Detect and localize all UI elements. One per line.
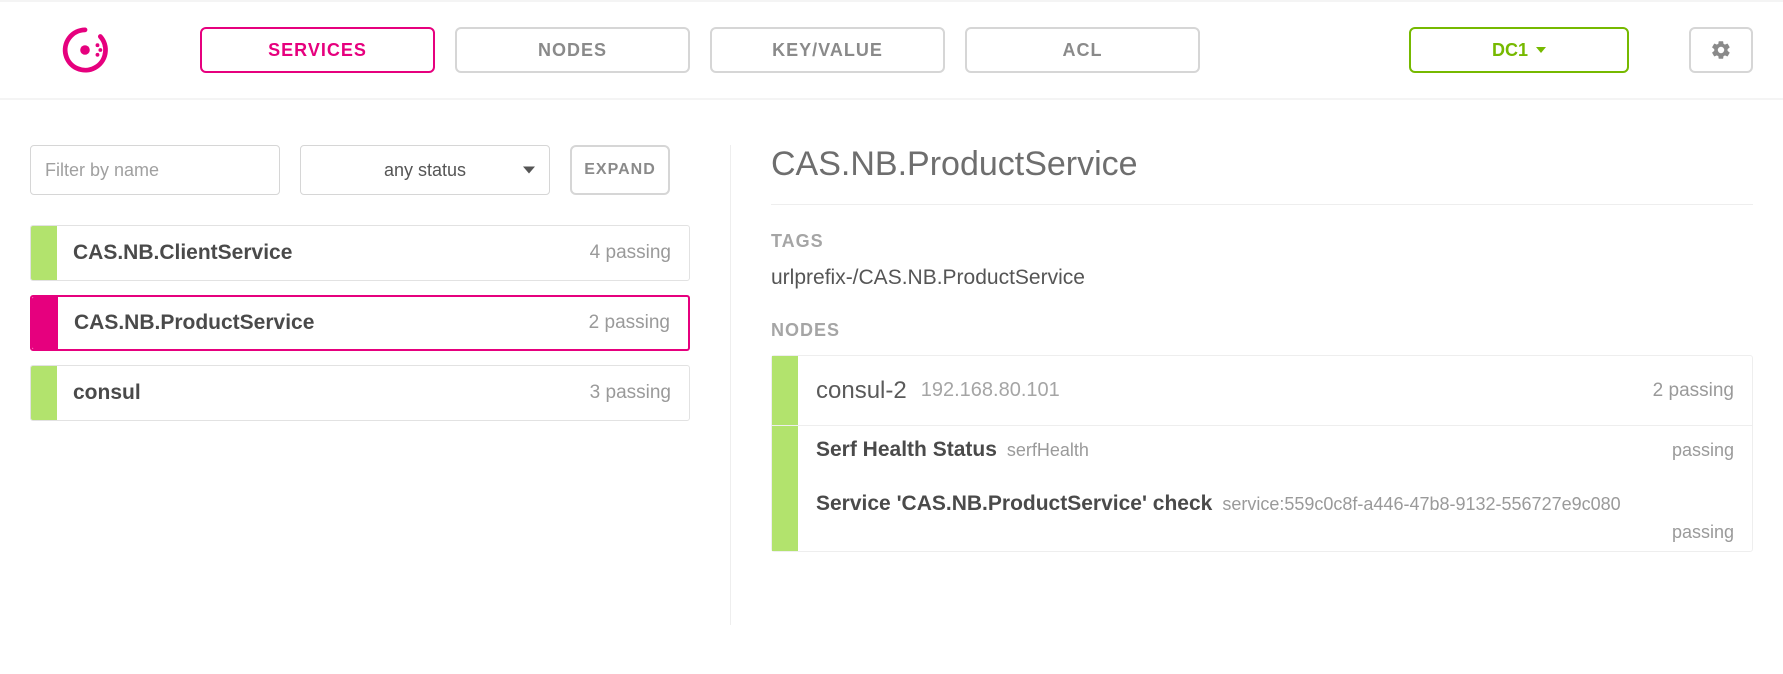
nav-keyvalue[interactable]: KEY/VALUE xyxy=(710,27,945,73)
tags-heading: TAGS xyxy=(771,231,1753,252)
divider xyxy=(771,204,1753,205)
node-block: consul-2 192.168.80.101 2 passing Serf H… xyxy=(771,355,1753,552)
check-status: passing xyxy=(1672,440,1734,461)
check-status: passing xyxy=(816,522,1734,543)
check-id: serfHealth xyxy=(1007,440,1672,461)
status-bar xyxy=(772,426,798,551)
chevron-down-icon xyxy=(1536,47,1546,53)
datacenter-label: DC1 xyxy=(1492,40,1528,61)
expand-button[interactable]: EXPAND xyxy=(570,145,670,195)
status-bar xyxy=(31,226,57,280)
check-title: Serf Health Status xyxy=(816,438,997,462)
status-filter-label: any status xyxy=(384,160,466,181)
nodes-heading: NODES xyxy=(771,320,1753,341)
filter-by-name-input[interactable] xyxy=(30,145,280,195)
node-ip: 192.168.80.101 xyxy=(921,379,1653,402)
status-bar xyxy=(772,356,798,425)
health-check-row[interactable]: Service 'CAS.NB.ProductService' check se… xyxy=(816,492,1734,543)
service-status: 4 passing xyxy=(590,242,671,264)
node-name: consul-2 xyxy=(816,377,907,405)
nav-acl[interactable]: ACL xyxy=(965,27,1200,73)
check-id: service:559c0c8f-a446-47b8-9132-556727e9… xyxy=(1222,494,1734,515)
service-name: consul xyxy=(73,381,590,405)
node-passing: 2 passing xyxy=(1653,380,1734,402)
status-filter-select[interactable]: any status xyxy=(300,145,550,195)
datacenter-dropdown[interactable]: DC1 xyxy=(1409,27,1629,73)
node-header[interactable]: consul-2 192.168.80.101 2 passing xyxy=(772,356,1752,426)
services-list: CAS.NB.ClientService 4 passing CAS.NB.Pr… xyxy=(30,225,690,421)
health-check-row[interactable]: Serf Health Status serfHealth passing xyxy=(816,438,1734,462)
service-item[interactable]: CAS.NB.ProductService 2 passing xyxy=(30,295,690,351)
top-nav: SERVICES NODES KEY/VALUE ACL DC1 xyxy=(0,0,1783,100)
status-bar xyxy=(31,366,57,420)
consul-logo xyxy=(60,25,110,75)
nav-nodes[interactable]: NODES xyxy=(455,27,690,73)
service-status: 2 passing xyxy=(589,312,670,334)
status-bar xyxy=(32,297,58,349)
tag-value: urlprefix-/CAS.NB.ProductService xyxy=(771,266,1753,290)
service-item[interactable]: CAS.NB.ClientService 4 passing xyxy=(30,225,690,281)
service-item[interactable]: consul 3 passing xyxy=(30,365,690,421)
nav-services[interactable]: SERVICES xyxy=(200,27,435,73)
settings-button[interactable] xyxy=(1689,27,1753,73)
gear-icon xyxy=(1710,39,1732,61)
service-name: CAS.NB.ProductService xyxy=(74,311,589,335)
service-detail-title: CAS.NB.ProductService xyxy=(771,145,1753,184)
check-title: Service 'CAS.NB.ProductService' check xyxy=(816,492,1212,516)
service-status: 3 passing xyxy=(590,382,671,404)
service-name: CAS.NB.ClientService xyxy=(73,241,590,265)
